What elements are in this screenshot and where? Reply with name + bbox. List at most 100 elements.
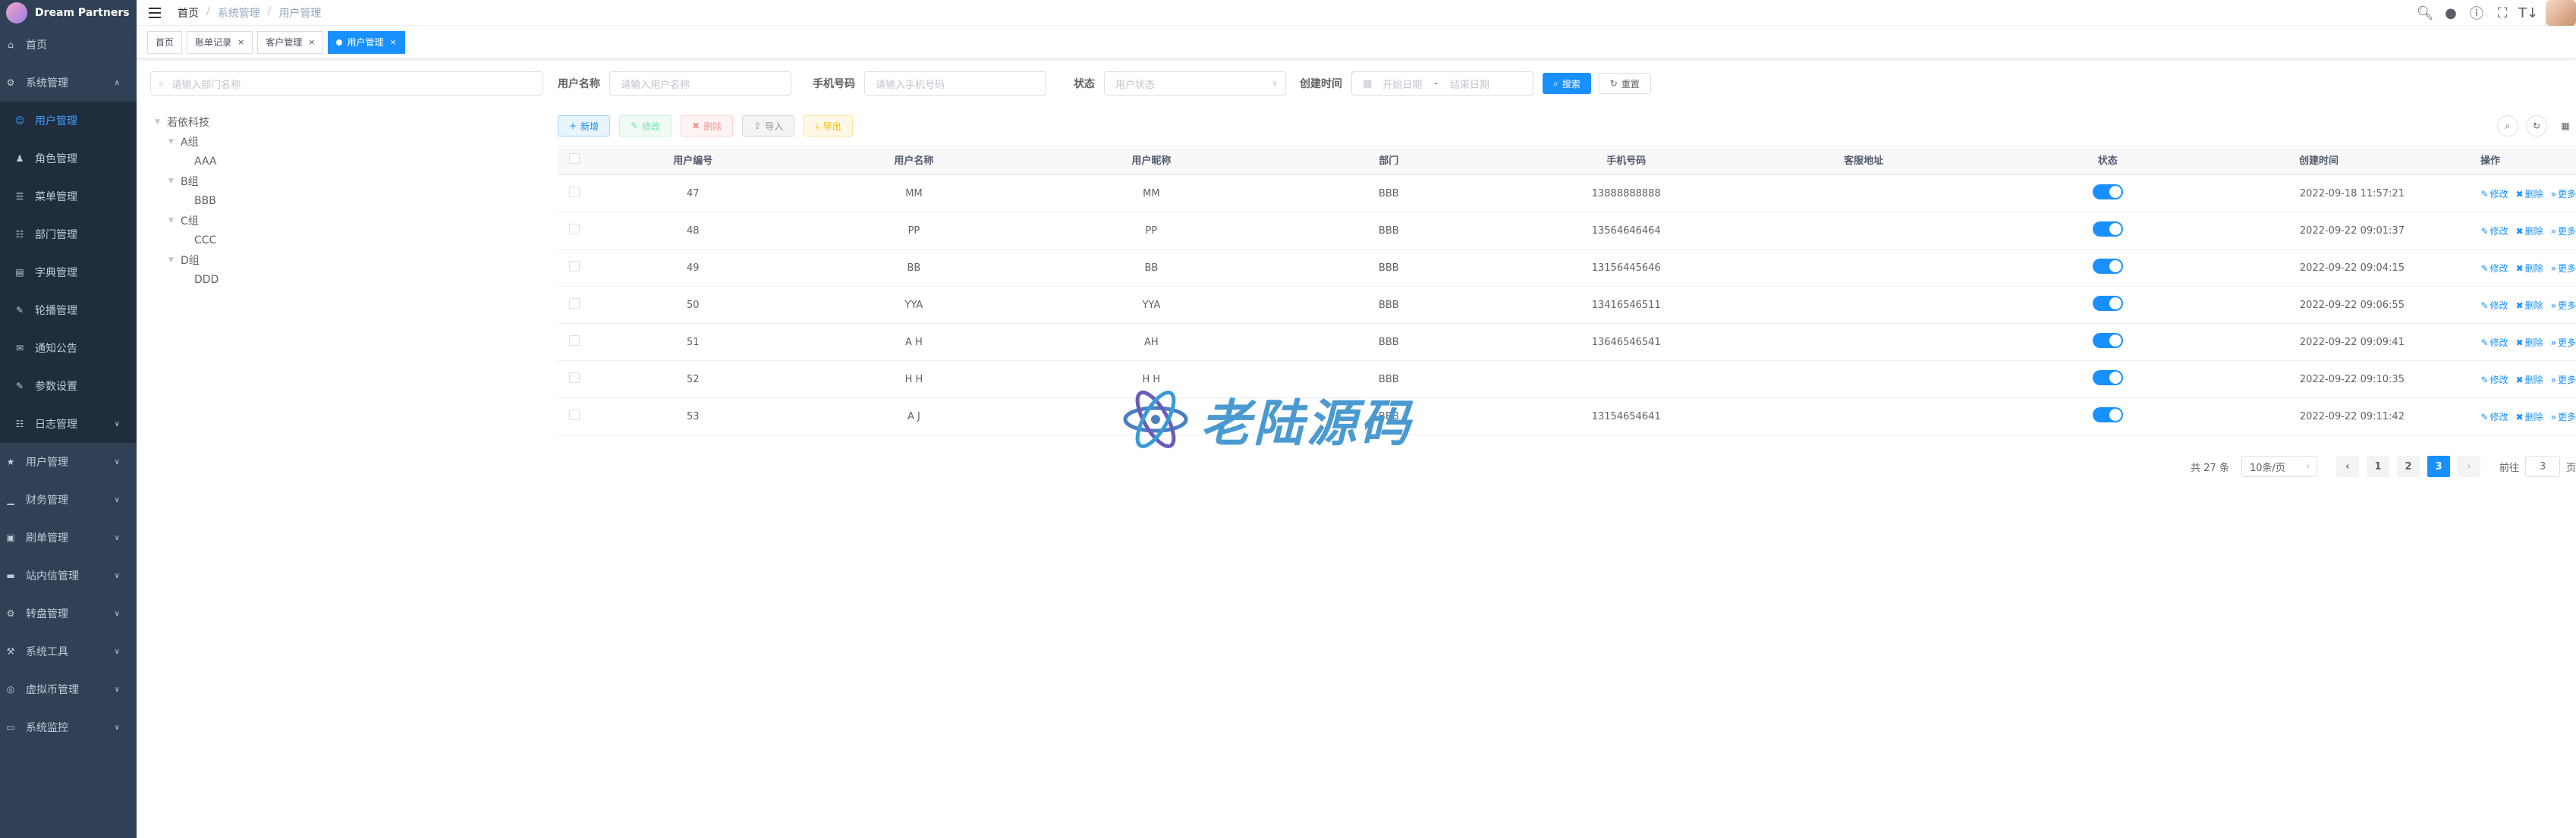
tree-node-root[interactable]: ▼ 若依科技 — [155, 112, 219, 132]
search-button[interactable]: ⌕ 搜索 — [1543, 73, 1591, 94]
add-button[interactable]: + 新增 — [558, 115, 611, 137]
tree-node[interactable]: BBB — [155, 191, 219, 211]
sidebar-item[interactable]: ☰ 菜单管理 — [0, 177, 137, 215]
sidebar-item[interactable]: ☷ 部门管理 — [0, 215, 137, 253]
prev-page-button[interactable]: ‹ — [2335, 456, 2359, 477]
date-range-picker[interactable]: ▦ 开始日期 - 结束日期 — [1351, 71, 1533, 96]
row-delete-button[interactable]: ✖ 删除 — [2516, 412, 2543, 422]
row-edit-button[interactable]: ✎ 修改 — [2480, 189, 2508, 199]
sidebar-item[interactable]: ▁ 财务管理 ∨ — [0, 481, 137, 519]
close-icon[interactable]: × — [308, 32, 315, 53]
row-more-button[interactable]: » 更多 — [2551, 375, 2576, 385]
sidebar-item[interactable]: ✉ 通知公告 — [0, 329, 137, 367]
reset-button[interactable]: ↻ 重置 — [1598, 73, 1651, 94]
status-toggle[interactable] — [2092, 184, 2123, 199]
row-edit-button[interactable]: ✎ 修改 — [2480, 412, 2508, 422]
next-page-button[interactable]: › — [2457, 456, 2480, 477]
sidebar-item[interactable]: ⚒ 系统工具 ∨ — [0, 632, 137, 670]
row-edit-button[interactable]: ✎ 修改 — [2480, 226, 2508, 237]
columns-icon[interactable]: ▦ — [2555, 115, 2576, 137]
row-checkbox[interactable] — [568, 372, 580, 383]
select-all-checkbox[interactable] — [568, 152, 580, 164]
goto-input[interactable]: 3 — [2524, 456, 2560, 477]
search-icon[interactable]: 🔍︎ — [2412, 5, 2438, 21]
row-checkbox[interactable] — [568, 335, 580, 346]
row-more-button[interactable]: » 更多 — [2551, 263, 2576, 274]
tree-node[interactable]: CCC — [155, 231, 219, 250]
status-select[interactable]: 用户状态 ∨ — [1104, 71, 1286, 96]
font-size-icon[interactable]: T↓ — [2515, 5, 2541, 21]
sidebar-item[interactable]: ⌂ 首页 — [0, 26, 137, 64]
help-icon[interactable]: ⓘ — [2464, 3, 2490, 23]
sidebar-item[interactable]: ⚙ 转盘管理 ∨ — [0, 595, 137, 632]
breadcrumb-home[interactable]: 首页 — [178, 5, 199, 20]
tree-node[interactable]: ▼ B组 — [155, 171, 219, 191]
status-toggle[interactable] — [2092, 221, 2123, 237]
row-delete-button[interactable]: ✖ 删除 — [2516, 300, 2543, 311]
avatar[interactable] — [2546, 0, 2576, 26]
sidebar-item[interactable]: ▬ 站内信管理 ∨ — [0, 557, 137, 595]
row-more-button[interactable]: » 更多 — [2551, 412, 2576, 422]
row-delete-button[interactable]: ✖ 删除 — [2516, 226, 2543, 237]
row-delete-button[interactable]: ✖ 删除 — [2516, 375, 2543, 385]
status-toggle[interactable] — [2092, 407, 2123, 422]
sidebar-item[interactable]: ✎ 轮播管理 — [0, 291, 137, 329]
sidebar-item[interactable]: ✎ 参数设置 — [0, 367, 137, 405]
username-input[interactable]: 请输入用户名称 — [609, 71, 791, 96]
row-edit-button[interactable]: ✎ 修改 — [2480, 263, 2508, 274]
tree-node[interactable]: DDD — [155, 270, 219, 290]
row-delete-button[interactable]: ✖ 删除 — [2516, 337, 2543, 348]
status-toggle[interactable] — [2092, 370, 2123, 385]
sidebar-item[interactable]: ☺ 用户管理 — [0, 102, 137, 140]
tag-bill-records[interactable]: 账单记录 × — [187, 30, 253, 54]
fullscreen-icon[interactable]: ⛶ — [2490, 5, 2515, 21]
close-icon[interactable]: × — [390, 32, 397, 53]
row-checkbox[interactable] — [568, 298, 580, 309]
row-checkbox[interactable] — [568, 410, 580, 420]
sidebar-item[interactable]: ☷ 日志管理 ∨ — [0, 405, 137, 443]
row-delete-button[interactable]: ✖ 删除 — [2516, 189, 2543, 199]
edit-button[interactable]: ✎ 修改 — [619, 115, 672, 137]
status-toggle[interactable] — [2092, 259, 2123, 274]
sidebar-item[interactable]: ▣ 刷单管理 ∨ — [0, 519, 137, 557]
close-icon[interactable]: × — [237, 32, 244, 53]
export-button[interactable]: ⤓ 导出 — [804, 115, 853, 137]
page-size-select[interactable]: 10条/页 ∨ — [2241, 456, 2317, 477]
status-toggle[interactable] — [2092, 296, 2123, 311]
delete-button[interactable]: ✖ 删除 — [681, 115, 734, 137]
github-icon[interactable]: ● — [2438, 5, 2464, 21]
import-button[interactable]: ⇪ 导入 — [742, 115, 795, 137]
row-more-button[interactable]: » 更多 — [2551, 189, 2576, 199]
tree-node[interactable]: ▼ A组 — [155, 132, 219, 152]
sidebar-item[interactable]: ★ 用户管理 ∨ — [0, 443, 137, 481]
row-more-button[interactable]: » 更多 — [2551, 337, 2576, 348]
tree-node[interactable]: AAA — [155, 152, 219, 171]
row-checkbox[interactable] — [568, 261, 580, 271]
sidebar-item[interactable]: ♟ 角色管理 — [0, 140, 137, 177]
page-button[interactable]: 1 — [2366, 456, 2389, 477]
sidebar-item[interactable]: ◎ 虚拟币管理 ∨ — [0, 670, 137, 708]
row-delete-button[interactable]: ✖ 删除 — [2516, 263, 2543, 274]
sidebar-item[interactable]: ▭ 系统监控 ∨ — [0, 708, 137, 746]
row-edit-button[interactable]: ✎ 修改 — [2480, 375, 2508, 385]
dept-search-input[interactable]: ⌕ 请输入部门名称 — [150, 71, 543, 96]
toggle-search-icon[interactable]: ⌕ — [2497, 115, 2518, 137]
sidebar-item[interactable]: ⚙ 系统管理 ∧ — [0, 64, 137, 102]
tag-user-management[interactable]: 用户管理 × — [328, 30, 405, 54]
hamburger-icon[interactable] — [149, 7, 161, 18]
tree-node[interactable]: ▼ D组 — [155, 250, 219, 270]
tag-customer[interactable]: 客户管理 × — [257, 30, 324, 54]
row-checkbox[interactable] — [568, 187, 580, 197]
row-checkbox[interactable] — [568, 224, 580, 234]
status-toggle[interactable] — [2092, 333, 2123, 348]
sidebar-item[interactable]: ▤ 字典管理 — [0, 253, 137, 291]
phone-input[interactable]: 请输入手机号码 — [864, 71, 1046, 96]
tag-home[interactable]: 首页 — [147, 30, 183, 54]
logo[interactable]: Dream Partners — [0, 0, 137, 26]
refresh-icon[interactable]: ↻ — [2526, 115, 2547, 137]
row-more-button[interactable]: » 更多 — [2551, 300, 2576, 311]
page-button[interactable]: 2 — [2396, 456, 2420, 477]
tree-node[interactable]: ▼ C组 — [155, 211, 219, 231]
row-edit-button[interactable]: ✎ 修改 — [2480, 300, 2508, 311]
page-button[interactable]: 3 — [2427, 456, 2450, 477]
